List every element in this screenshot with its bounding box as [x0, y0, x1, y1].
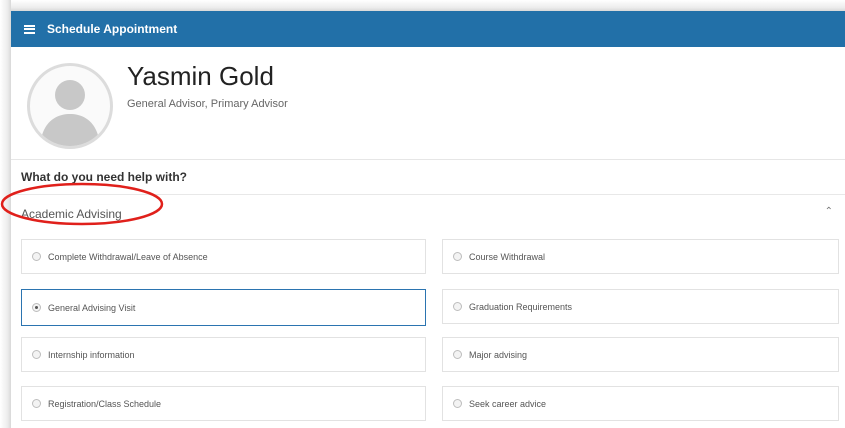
page-title: Schedule Appointment: [47, 22, 178, 36]
radio-button-selected[interactable]: [32, 303, 41, 312]
section-academic-advising-header[interactable]: Academic Advising ⌃: [11, 195, 845, 232]
option-label: Course Withdrawal: [469, 251, 546, 262]
section-title: Academic Advising: [21, 206, 122, 221]
radio-button[interactable]: [453, 252, 462, 261]
option-registration-class-schedule[interactable]: Registration/Class Schedule: [21, 386, 426, 421]
option-seek-career-advice[interactable]: Seek career advice: [442, 386, 839, 421]
chevron-up-icon[interactable]: ⌃: [825, 206, 833, 217]
option-label: General Advising Visit: [48, 302, 136, 313]
page-shadow-left: [0, 0, 11, 428]
option-general-advising-visit[interactable]: General Advising Visit: [21, 289, 426, 326]
advisor-role: General Advisor, Primary Advisor: [127, 98, 288, 110]
radio-button[interactable]: [453, 399, 462, 408]
radio-button[interactable]: [32, 350, 41, 359]
radio-button[interactable]: [32, 252, 41, 261]
option-label: Registration/Class Schedule: [48, 398, 162, 409]
option-major-advising[interactable]: Major advising: [442, 337, 839, 372]
advisor-name: Yasmin Gold: [127, 61, 274, 91]
option-label: Major advising: [469, 349, 528, 360]
radio-button[interactable]: [32, 399, 41, 408]
hamburger-menu-icon[interactable]: [11, 11, 47, 47]
advisor-profile: Yasmin Gold General Advisor, Primary Adv…: [11, 47, 845, 160]
option-complete-withdrawal[interactable]: Complete Withdrawal/Leave of Absence: [21, 239, 426, 274]
option-internship-information[interactable]: Internship information: [21, 337, 426, 372]
app-window: Schedule Appointment Yasmin Gold General…: [11, 11, 845, 428]
option-course-withdrawal[interactable]: Course Withdrawal: [442, 239, 839, 274]
header-bar: Schedule Appointment: [11, 11, 845, 47]
option-graduation-requirements[interactable]: Graduation Requirements: [442, 289, 839, 324]
help-question: What do you need help with?: [11, 160, 845, 195]
user-avatar-icon: [27, 63, 113, 149]
radio-button[interactable]: [453, 302, 462, 311]
page-shadow-top: [0, 0, 845, 11]
option-label: Internship information: [48, 349, 135, 360]
option-label: Complete Withdrawal/Leave of Absence: [48, 251, 208, 262]
option-label: Graduation Requirements: [469, 301, 573, 312]
option-label: Seek career advice: [469, 398, 547, 409]
radio-button[interactable]: [453, 350, 462, 359]
